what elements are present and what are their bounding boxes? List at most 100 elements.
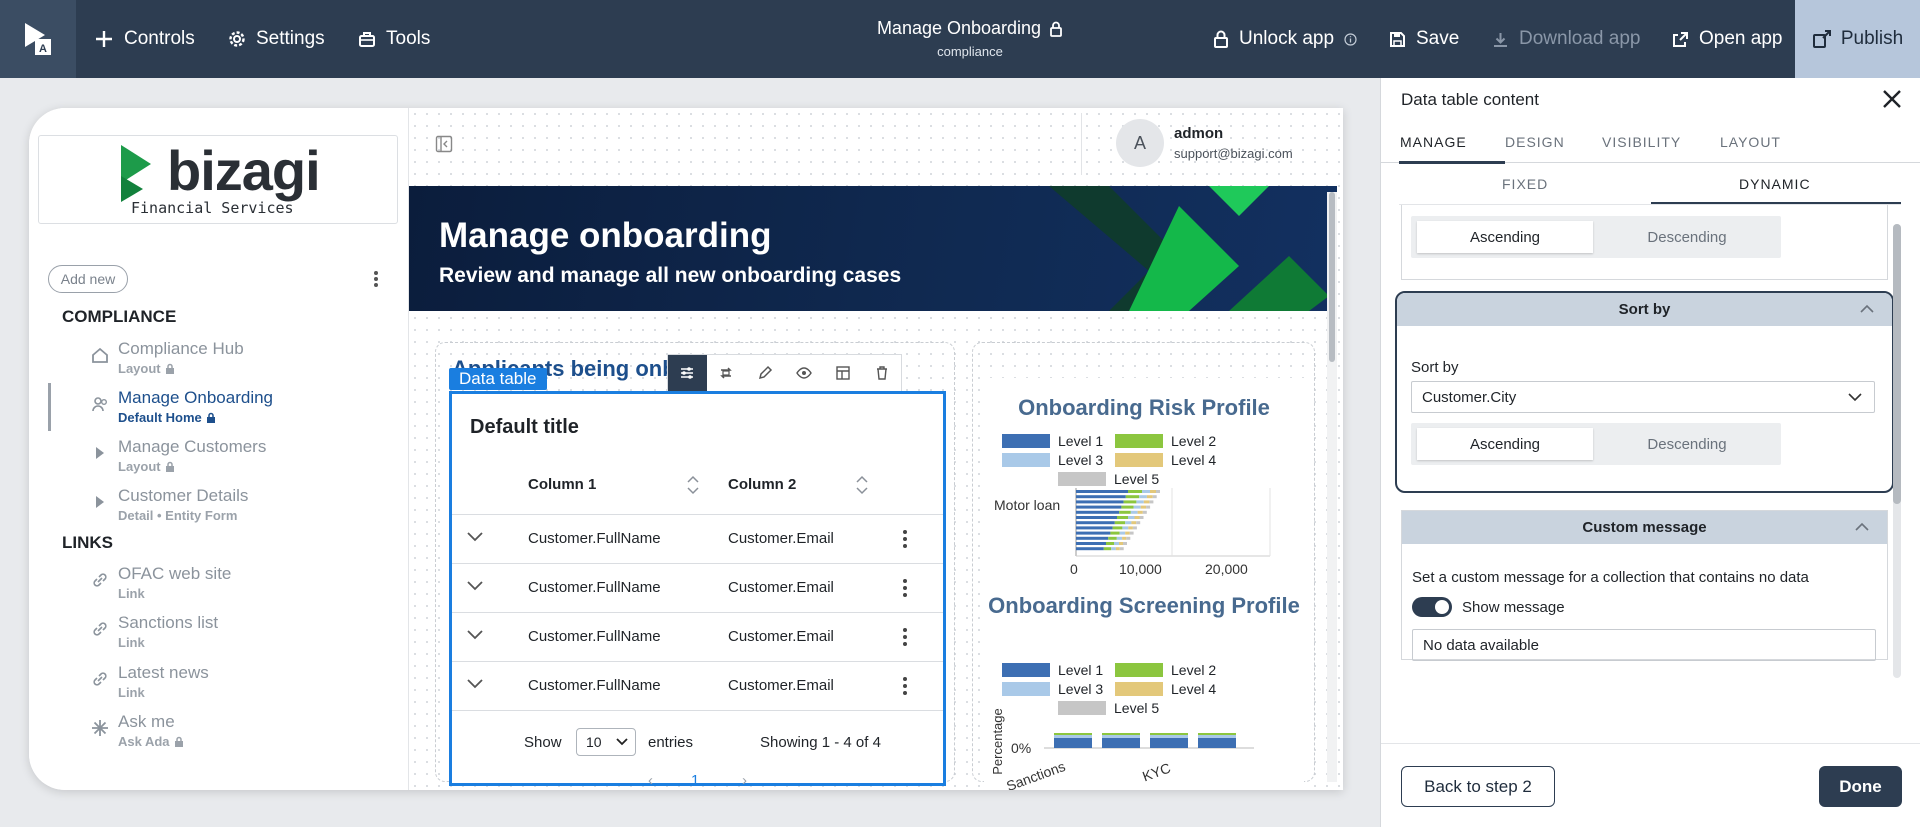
avatar[interactable]: A: [1116, 119, 1164, 167]
users-icon: [91, 395, 109, 413]
tools-button[interactable]: Tools: [358, 0, 430, 78]
bar: [1132, 526, 1137, 530]
table-row[interactable]: Customer.FullName Customer.Email: [452, 662, 943, 711]
bizagi-studio-icon: A: [25, 23, 51, 55]
trash-icon[interactable]: [862, 355, 901, 391]
tab-layout[interactable]: LAYOUT: [1720, 134, 1781, 150]
close-icon[interactable]: [1880, 87, 1904, 111]
nav-item-ask-me[interactable]: Ask me Ask Ada: [91, 712, 391, 756]
app-logo[interactable]: A: [0, 0, 76, 78]
nav-item-manage-customers[interactable]: Manage Customers Layout: [91, 437, 391, 481]
bar: [1133, 505, 1141, 509]
ascending-option[interactable]: Ascending: [1417, 221, 1593, 253]
done-button[interactable]: Done: [1819, 766, 1902, 807]
bar: [1076, 547, 1104, 551]
bizagi-arrow-icon: [91, 444, 109, 462]
bar: [1111, 547, 1116, 551]
bar: [1152, 495, 1157, 499]
order-toggle[interactable]: Ascending Descending: [1411, 423, 1781, 465]
floppy-icon: [1389, 31, 1406, 48]
table-row[interactable]: Customer.FullName Customer.Email: [452, 564, 943, 613]
bar: [1125, 521, 1132, 525]
sort-by-header[interactable]: Sort by: [1397, 293, 1892, 326]
bar: [1131, 521, 1137, 525]
kebab-menu-icon[interactable]: [902, 578, 908, 598]
plus-icon: [94, 29, 114, 49]
bar: [1076, 505, 1122, 509]
nav-item-compliance-hub[interactable]: Compliance Hub Layout: [91, 339, 391, 383]
panel-scrollbar[interactable]: [1893, 224, 1901, 504]
next-page-button[interactable]: ›: [742, 772, 747, 789]
lock-icon: [165, 363, 175, 375]
kebab-menu-icon[interactable]: [902, 529, 908, 549]
page-number[interactable]: 1: [691, 772, 699, 789]
chevron-down-icon[interactable]: [466, 531, 484, 543]
section-links: LINKS: [62, 533, 113, 552]
data-table[interactable]: Default title Column 1 Column 2 Customer…: [449, 391, 946, 789]
settings-button[interactable]: Settings: [228, 0, 325, 78]
table-row[interactable]: Customer.FullName Customer.Email: [452, 613, 943, 662]
nav-item-ofac[interactable]: OFAC web site Link: [91, 564, 391, 608]
eye-icon[interactable]: [784, 355, 823, 391]
collapse-sidebar-icon[interactable]: [435, 135, 453, 153]
chevron-up-icon[interactable]: [1855, 522, 1869, 531]
layout-icon[interactable]: [823, 355, 862, 391]
descending-option[interactable]: Descending: [1599, 221, 1775, 253]
table-row[interactable]: Customer.FullName Customer.Email: [452, 515, 943, 564]
legend-item: Level 4: [1115, 452, 1216, 468]
publish-button[interactable]: Publish: [1795, 0, 1920, 78]
legend-swatch: [1115, 434, 1163, 448]
sliders-icon[interactable]: [668, 355, 707, 391]
legend-item: Level 5: [1058, 700, 1159, 716]
nav-item-customer-details[interactable]: Customer Details Detail • Entity Form: [91, 486, 391, 530]
kebab-menu-icon[interactable]: [902, 676, 908, 696]
ascending-option[interactable]: Ascending: [1417, 428, 1593, 460]
unlock-app-button[interactable]: Unlock app: [1213, 0, 1357, 78]
kebab-menu-icon[interactable]: [366, 268, 386, 290]
control-toolbar: [667, 354, 902, 392]
subtab-fixed[interactable]: FIXED: [1502, 176, 1548, 192]
kebab-menu-icon[interactable]: [902, 627, 908, 647]
column-header-1[interactable]: Column 1: [528, 476, 596, 493]
add-new-button[interactable]: Add new: [48, 265, 128, 293]
tab-manage[interactable]: MANAGE: [1400, 134, 1467, 150]
page-size-select[interactable]: 10: [576, 728, 636, 756]
swap-icon[interactable]: [707, 355, 746, 391]
sort-by-select[interactable]: Customer.City: [1411, 381, 1875, 413]
save-button[interactable]: Save: [1389, 0, 1459, 78]
category-label: KYC: [1140, 759, 1173, 785]
chevron-up-icon[interactable]: [1860, 304, 1874, 313]
order-toggle[interactable]: Ascending Descending: [1411, 216, 1781, 258]
message-input[interactable]: No data available: [1412, 629, 1876, 661]
subtab-dynamic[interactable]: DYNAMIC: [1739, 176, 1811, 192]
info-icon[interactable]: [1344, 32, 1357, 46]
brand-tagline: Financial Services: [131, 199, 294, 217]
tab-design[interactable]: DESIGN: [1505, 134, 1565, 150]
back-button[interactable]: Back to step 2: [1401, 766, 1555, 807]
download-app-button[interactable]: Download app: [1492, 0, 1640, 78]
custom-message-header[interactable]: Custom message: [1402, 511, 1887, 544]
open-app-button[interactable]: Open app: [1672, 0, 1782, 78]
show-message-toggle[interactable]: [1412, 597, 1452, 617]
app-preview-frame: bizagi Financial Services Add new COMPLI…: [29, 108, 1343, 790]
canvas-scrollbar[interactable]: [1329, 192, 1335, 362]
sort-icon[interactable]: [855, 474, 869, 496]
bar: [1114, 542, 1119, 545]
pencil-icon[interactable]: [746, 355, 785, 391]
nav-item-latest-news[interactable]: Latest news Link: [91, 663, 391, 707]
descending-option[interactable]: Descending: [1599, 428, 1775, 460]
column-header-2[interactable]: Column 2: [728, 476, 796, 493]
nav-item-manage-onboarding[interactable]: Manage Onboarding Default Home: [91, 388, 391, 432]
chevron-down-icon[interactable]: [466, 580, 484, 592]
controls-button[interactable]: Controls: [94, 0, 195, 78]
prev-page-button[interactable]: ‹: [648, 772, 653, 789]
chevron-down-icon[interactable]: [466, 678, 484, 690]
nav-item-sanctions[interactable]: Sanctions list Link: [91, 613, 391, 657]
chevron-down-icon[interactable]: [466, 629, 484, 641]
sparkle-icon: [91, 719, 109, 737]
bar: [1119, 547, 1124, 551]
sort-icon[interactable]: [686, 474, 700, 496]
tab-visibility[interactable]: VISIBILITY: [1602, 134, 1681, 150]
x-tick-label: 20,000: [1205, 561, 1248, 577]
legend-swatch: [1002, 663, 1050, 677]
